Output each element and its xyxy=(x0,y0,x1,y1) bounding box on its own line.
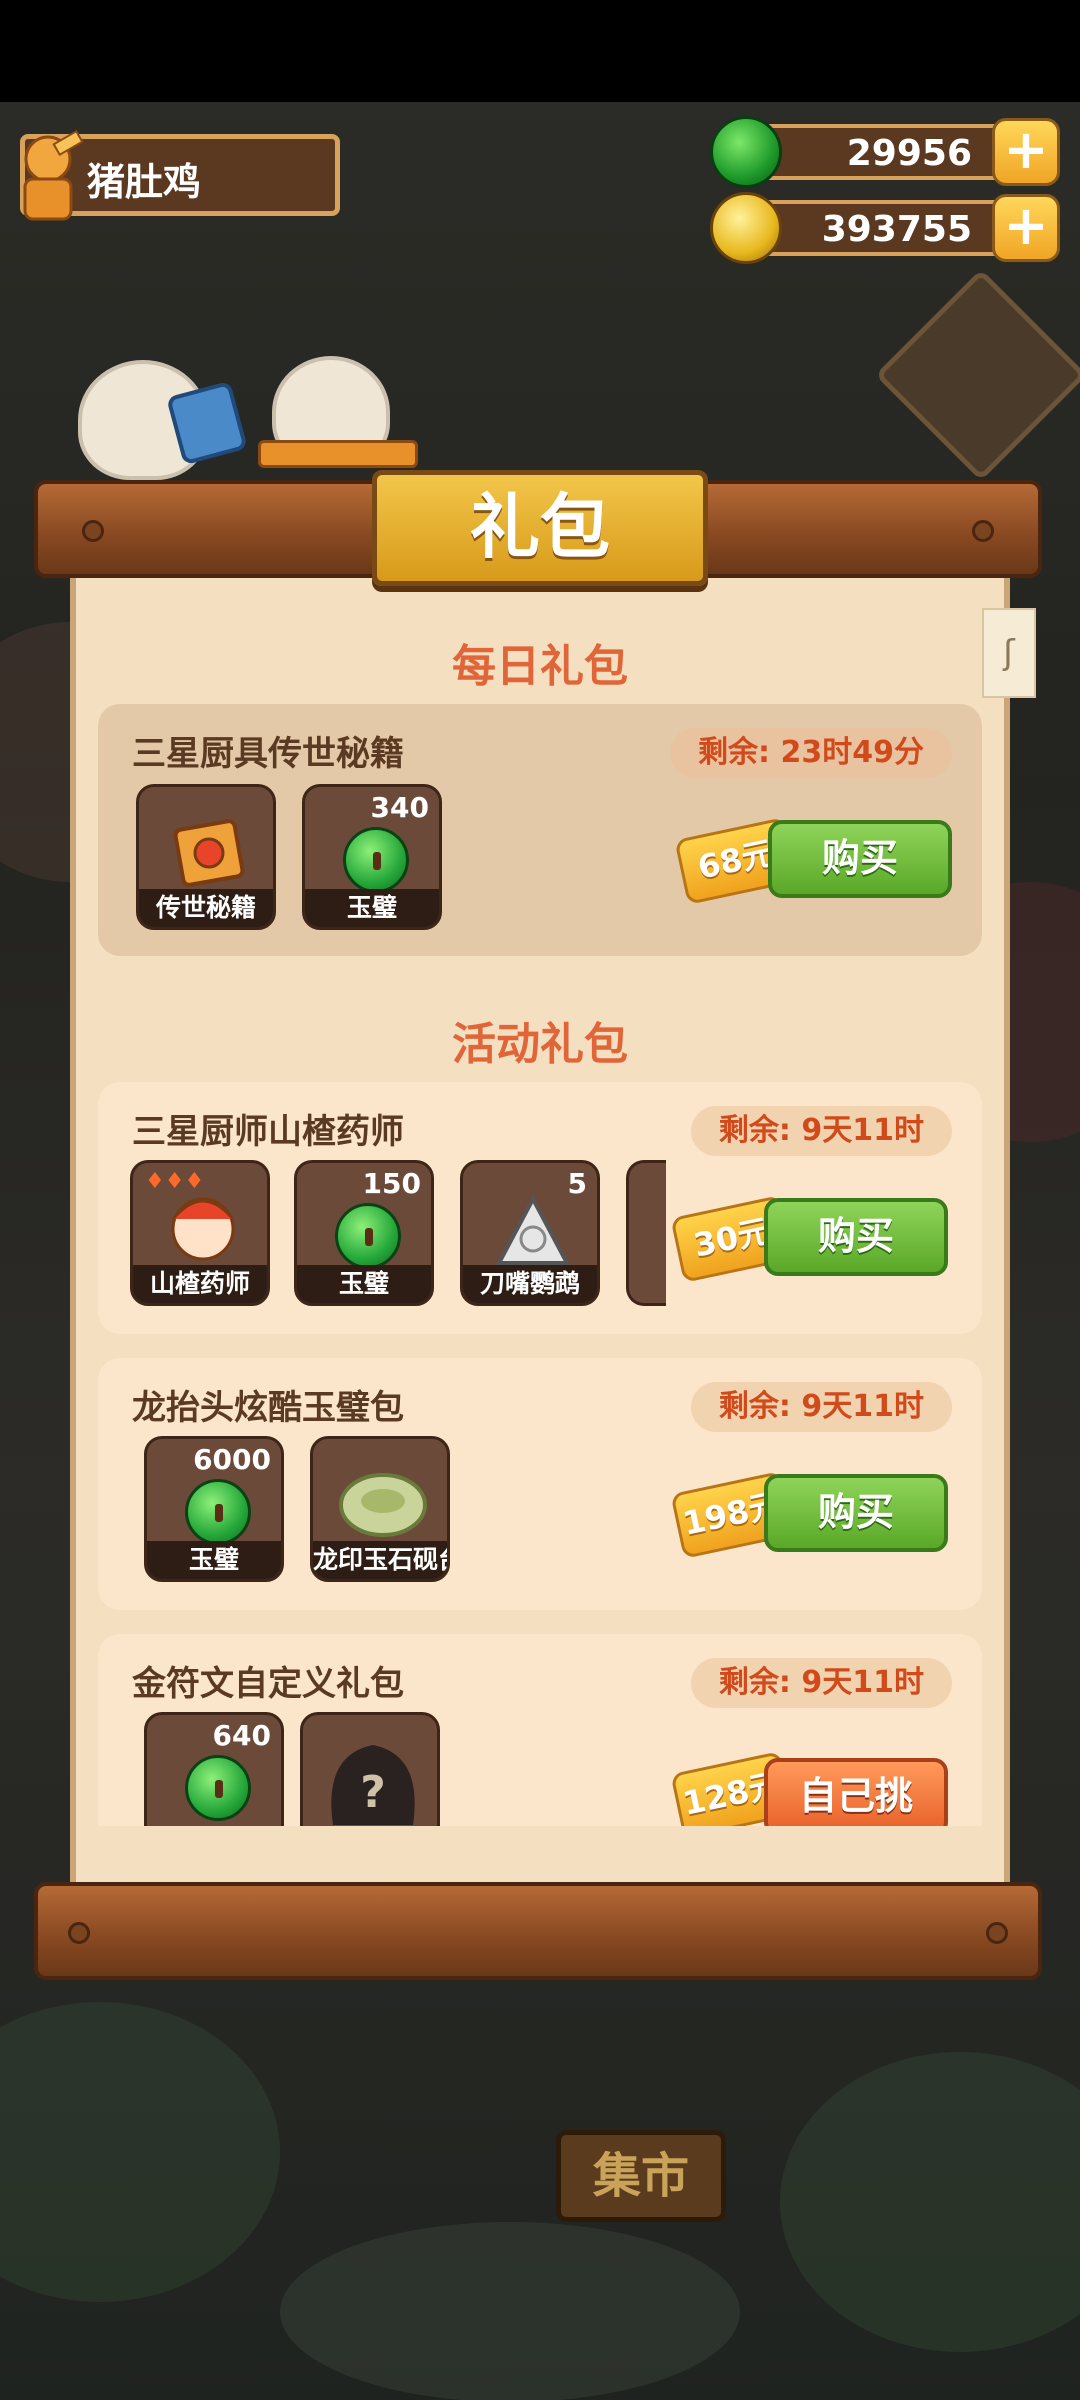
pack-card-daily: 三星厨具传世秘籍 剩余: 23时49分 传世秘籍 340 玉璧 68元 购买 xyxy=(98,704,982,956)
pack-item-label: 玉璧 xyxy=(297,1265,431,1303)
pack-remaining: 剩余: 9天11时 xyxy=(690,1106,952,1156)
daily-section-title: 每日礼包 xyxy=(452,641,628,692)
pack-name: 三星厨具传世秘籍 xyxy=(132,734,404,774)
pack-item-count: 640 xyxy=(212,1719,271,1752)
pack-item-label: 龙印玉石砚台 xyxy=(313,1541,447,1579)
pack-name: 龙抬头炫酷玉璧包 xyxy=(132,1388,404,1428)
pack-card: 三星厨师山楂药师 剩余: 9天11时 ♦♦♦ 山楂药师 150 玉璧 5 刀嘴鹦… xyxy=(98,1082,982,1334)
pack-card-clip: 金符文自定义礼包 剩余: 9天11时 640 ? 128元 自己挑 xyxy=(98,1634,982,1826)
pack-remaining: 剩余: 9天11时 xyxy=(690,1382,952,1432)
activity-section-title: 活动礼包 xyxy=(452,1019,628,1070)
pack-item[interactable]: ♦♦♦ 山楂药师 xyxy=(130,1160,270,1306)
pack-item-label: 山楂药师 xyxy=(133,1265,267,1303)
pack-item[interactable]: 640 xyxy=(144,1712,284,1826)
pack-item[interactable]: 6000 玉璧 xyxy=(144,1436,284,1582)
pack-item[interactable]: 340 玉璧 xyxy=(302,784,442,930)
pack-item[interactable]: 150 玉璧 xyxy=(294,1160,434,1306)
pack-item-count: 150 xyxy=(362,1167,421,1200)
pack-item-count: 340 xyxy=(370,791,429,824)
scroll-bottom-rod xyxy=(34,1882,1042,1980)
svg-text:?: ? xyxy=(360,1767,386,1818)
buy-button[interactable]: 购买 xyxy=(764,1474,948,1552)
add-coin-button[interactable]: + xyxy=(992,194,1060,262)
jade-icon xyxy=(335,1203,401,1269)
pack-item-label: 玉璧 xyxy=(305,889,439,927)
dialog-title-plate: 礼包 xyxy=(372,470,708,586)
pack-name: 三星厨师山楂药师 xyxy=(132,1112,404,1152)
pack-item[interactable]: 传世秘籍 xyxy=(136,784,276,930)
pack-card: 龙抬头炫酷玉璧包 剩余: 9天11时 6000 玉璧 龙印玉石砚台 198元 购… xyxy=(98,1358,982,1610)
basket-icon xyxy=(258,440,418,468)
coin-icon xyxy=(710,192,782,264)
pack-item-partial xyxy=(626,1160,666,1306)
coin-amount: 393755 xyxy=(821,209,972,250)
jade-counter: 29956 + xyxy=(710,116,1060,188)
question-icon: ? xyxy=(331,1745,415,1825)
buy-button[interactable]: 购买 xyxy=(764,1198,948,1276)
jade-icon xyxy=(343,827,409,893)
buy-button[interactable]: 购买 xyxy=(768,820,952,898)
pick-button[interactable]: 自己挑 xyxy=(764,1758,948,1826)
add-jade-button[interactable]: + xyxy=(992,118,1060,186)
coin-counter: 393755 + xyxy=(710,192,1060,264)
player-name-plate[interactable]: 猪肚鸡 xyxy=(20,129,340,221)
player-name: 猪肚鸡 xyxy=(87,160,202,204)
pack-item[interactable]: 5 刀嘴鹦鹉 xyxy=(460,1160,600,1306)
pack-name: 金符文自定义礼包 xyxy=(132,1664,404,1704)
jade-amount: 29956 xyxy=(846,133,972,174)
pack-item-count: 6000 xyxy=(193,1443,271,1476)
pack-item[interactable]: 龙印玉石砚台 xyxy=(310,1436,450,1582)
pack-item-label: 玉璧 xyxy=(147,1541,281,1579)
pack-item-label: 传世秘籍 xyxy=(139,889,273,927)
jade-icon xyxy=(185,1479,251,1545)
dialog-title: 礼包 xyxy=(470,486,610,568)
pack-card: 金符文自定义礼包 剩余: 9天11时 640 ? 128元 自己挑 xyxy=(98,1634,982,1826)
player-avatar-icon xyxy=(23,129,84,221)
market-sign: 集市 xyxy=(556,2130,726,2222)
pack-remaining: 剩余: 23时49分 xyxy=(670,728,952,778)
pack-item-label: 刀嘴鹦鹉 xyxy=(463,1265,597,1303)
pack-remaining: 剩余: 9天11时 xyxy=(690,1658,952,1708)
jade-icon xyxy=(185,1755,251,1821)
jade-icon xyxy=(710,116,782,188)
pack-item[interactable]: ? xyxy=(300,1712,440,1826)
